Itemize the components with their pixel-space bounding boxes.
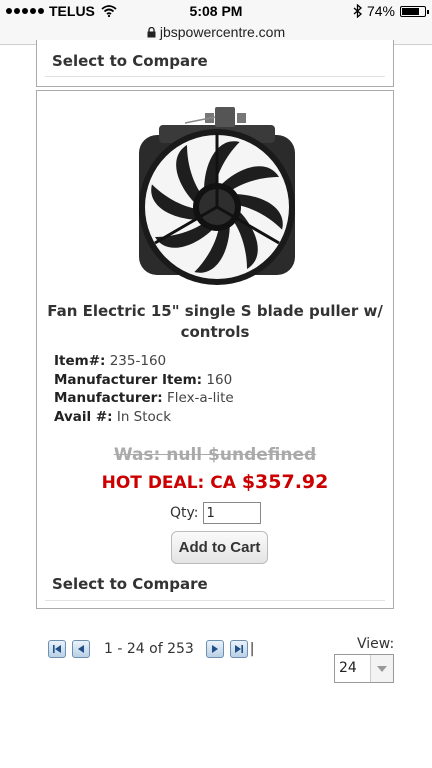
spec-label: Manufacturer Item: — [54, 371, 203, 388]
first-page-icon — [53, 645, 61, 653]
divider — [45, 600, 385, 601]
bluetooth-icon — [353, 4, 362, 18]
pager-separator: | — [249, 641, 255, 657]
previous-page-icon — [78, 645, 84, 653]
product-image[interactable] — [125, 103, 309, 287]
previous-product-card: Select to Compare — [36, 40, 394, 87]
items-per-page-select[interactable]: 24 — [334, 654, 394, 683]
last-page-button[interactable] — [229, 640, 248, 658]
pagination: 1 - 24 of 253 | — [48, 640, 255, 658]
battery-percent: 74% — [366, 3, 395, 19]
spec-label: Manufacturer: — [54, 390, 163, 406]
first-page-button[interactable] — [48, 640, 66, 658]
product-title[interactable]: Fan Electric 15" single S blade puller w… — [47, 301, 383, 343]
spec-label: Avail #: — [54, 408, 113, 425]
view-label: View: — [357, 636, 395, 652]
next-page-button[interactable] — [205, 640, 224, 658]
next-page-icon — [211, 645, 218, 653]
spec-value: Flex-a-lite — [166, 390, 234, 406]
page-range: 1 - 24 of 253 — [104, 641, 194, 657]
spec-availability: Avail #: In Stock — [54, 408, 234, 427]
previous-page-button[interactable] — [72, 640, 90, 658]
chevron-down-icon — [370, 655, 393, 682]
was-price: Was: null $undefined — [113, 445, 317, 465]
status-bar: TELUS 5:08 PM 74% — [0, 0, 432, 22]
sale-price: $357.92 — [241, 471, 329, 493]
spec-value: 160 — [206, 371, 233, 388]
add-to-cart-button[interactable]: Add to Cart — [171, 531, 268, 564]
spec-manufacturer: Manufacturer: Flex-a-lite — [54, 389, 234, 408]
spec-value: In Stock — [116, 408, 172, 425]
product-card: Fan Electric 15" single S blade puller w… — [36, 90, 394, 609]
lock-icon — [147, 27, 156, 38]
spec-value: 235-160 — [109, 353, 167, 369]
select-to-compare-label[interactable]: Select to Compare — [52, 575, 208, 593]
divider — [45, 76, 385, 77]
select-to-compare-label[interactable]: Select to Compare — [52, 52, 208, 70]
battery-icon — [400, 5, 429, 17]
last-page-icon — [234, 645, 243, 653]
spec-manufacturer-item: Manufacturer Item: 160 — [54, 371, 234, 390]
hot-deal-label: HOT DEAL: CA — [101, 473, 236, 493]
qty-label: Qty: — [170, 505, 199, 521]
items-per-page-value: 24 — [339, 660, 357, 676]
quantity-input[interactable] — [202, 502, 261, 524]
product-specs: Item#: 235-160 Manufacturer Item: 160 Ma… — [54, 352, 234, 426]
url-text: jbspowercentre.com — [159, 24, 286, 40]
spec-label: Item#: — [54, 353, 106, 369]
spec-item-number: Item#: 235-160 — [54, 352, 234, 371]
hot-deal-price: HOT DEAL: CA $357.92 — [37, 471, 393, 493]
quantity-row: Qty: — [170, 502, 261, 524]
